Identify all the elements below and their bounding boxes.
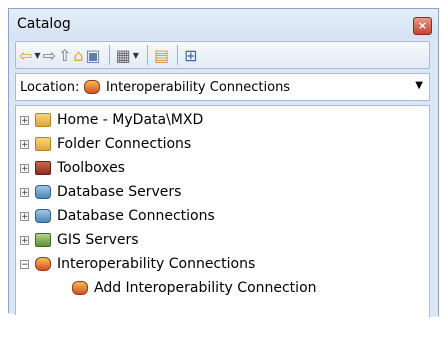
toolbar-separator bbox=[146, 45, 148, 65]
forward-button[interactable]: ⇨ bbox=[43, 44, 56, 66]
connect-button[interactable]: ▤ bbox=[154, 44, 169, 66]
catalog-tree: + Home - MyData\MXD + Folder Connections… bbox=[15, 105, 430, 323]
toolbar-separator bbox=[177, 45, 179, 65]
up-button[interactable]: ⇧ bbox=[58, 44, 71, 66]
add-interop-icon bbox=[72, 281, 88, 295]
tree-item-add-interoperability-connection[interactable]: Add Interoperability Connection bbox=[72, 278, 317, 298]
gis-server-icon bbox=[35, 233, 51, 247]
tree-toggle-icon: ⊞ bbox=[184, 45, 198, 65]
location-label: Location: bbox=[20, 80, 80, 95]
toolbox-icon bbox=[35, 161, 51, 175]
back-button[interactable]: ⇦ ▼ bbox=[19, 44, 41, 66]
expand-icon[interactable]: + bbox=[20, 115, 29, 125]
folder-connections-icon bbox=[35, 137, 51, 151]
view-button[interactable]: ▦ ▼ bbox=[116, 44, 139, 66]
interop-icon bbox=[35, 257, 51, 271]
view-options-icon: ▦ bbox=[115, 45, 131, 65]
expand-icon[interactable]: + bbox=[20, 163, 29, 173]
tree-item-home[interactable]: + Home - MyData\MXD bbox=[16, 110, 203, 130]
expand-icon[interactable]: + bbox=[20, 187, 29, 197]
toggle-tree-button[interactable]: ⊞ bbox=[184, 44, 197, 66]
expand-icon[interactable]: + bbox=[20, 211, 29, 221]
window-title: Catalog bbox=[17, 16, 71, 32]
catalog-toolbar: ⇦ ▼ ⇨ ⇧ ⌂ ▣ ▦ ▼ ▤ ⊞ bbox=[15, 41, 430, 69]
close-button[interactable]: × bbox=[413, 17, 432, 35]
tree-item-toolboxes[interactable]: + Toolboxes bbox=[16, 158, 125, 178]
tree-item-label: Interoperability Connections bbox=[57, 256, 256, 272]
refresh-button[interactable]: ▣ bbox=[86, 44, 101, 66]
catalog-window: Catalog × ⇦ ▼ ⇨ ⇧ ⌂ ▣ ▦ ▼ ▤ ⊞ Location: … bbox=[8, 8, 439, 323]
tree-item-label: Home - MyData\MXD bbox=[57, 112, 204, 128]
location-bar: Location: Interoperability Connections ▼ bbox=[15, 73, 430, 101]
tree-item-interoperability-connections[interactable]: − Interoperability Connections bbox=[16, 254, 255, 274]
chevron-down-icon: ▼ bbox=[34, 50, 41, 60]
toolbar-separator bbox=[108, 45, 110, 65]
location-dropdown[interactable]: Interoperability Connections bbox=[84, 77, 427, 97]
database-connection-icon bbox=[35, 209, 51, 223]
home-button[interactable]: ⌂ bbox=[73, 44, 83, 66]
folder-icon: ▣ bbox=[85, 45, 101, 65]
tree-item-label: Database Servers bbox=[57, 184, 182, 200]
database-server-icon bbox=[35, 185, 51, 199]
tree-item-label: Add Interoperability Connection bbox=[94, 280, 317, 296]
expand-icon[interactable]: + bbox=[20, 139, 29, 149]
back-arrow-icon: ⇦ bbox=[19, 45, 33, 65]
tree-item-gis-servers[interactable]: + GIS Servers bbox=[16, 230, 139, 250]
tree-item-label: Database Connections bbox=[57, 208, 215, 224]
tree-item-database-servers[interactable]: + Database Servers bbox=[16, 182, 181, 202]
chevron-down-icon[interactable]: ▼ bbox=[415, 80, 423, 91]
forward-arrow-icon: ⇨ bbox=[42, 45, 56, 65]
chevron-down-icon: ▼ bbox=[132, 50, 139, 60]
interop-icon bbox=[84, 80, 100, 94]
tree-item-label: Folder Connections bbox=[57, 136, 192, 152]
new-connection-icon: ▤ bbox=[153, 45, 170, 65]
tree-item-folder-connections[interactable]: + Folder Connections bbox=[16, 134, 191, 154]
tree-item-database-connections[interactable]: + Database Connections bbox=[16, 206, 215, 226]
tree-item-label: GIS Servers bbox=[57, 232, 139, 248]
title-bar: Catalog × bbox=[9, 9, 438, 39]
home-folder-icon: ⌂ bbox=[73, 45, 84, 65]
tree-item-label: Toolboxes bbox=[57, 160, 125, 176]
up-folder-icon: ⇧ bbox=[57, 45, 72, 65]
home-folder-icon bbox=[35, 113, 51, 127]
expand-icon[interactable]: + bbox=[20, 235, 29, 245]
location-value: Interoperability Connections bbox=[106, 79, 291, 95]
collapse-icon[interactable]: − bbox=[20, 259, 29, 269]
